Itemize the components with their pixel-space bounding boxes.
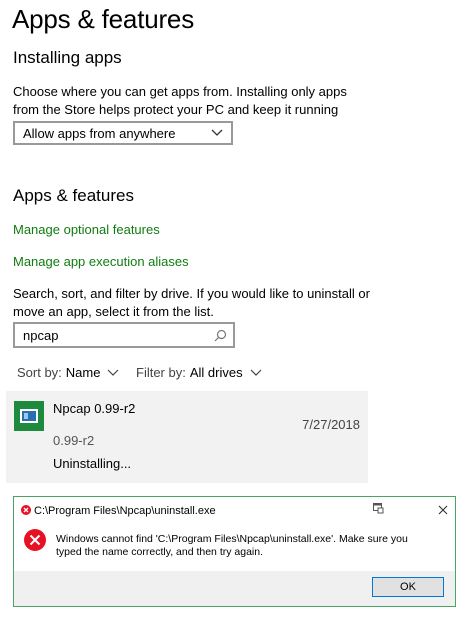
dialog-footer: OK [14,571,455,606]
app-source-dropdown[interactable]: Allow apps from anywhere [13,121,233,145]
app-install-date: 7/27/2018 [302,417,360,432]
dialog-title: C:\Program Files\Npcap\uninstall.exe [34,505,216,517]
filter-by-value: All drives [189,365,243,380]
sort-by-label: Sort by: [17,365,62,380]
error-icon [24,529,46,551]
error-small-icon [21,505,31,515]
chevron-down-icon [211,129,223,136]
chevron-down-icon [108,369,119,376]
app-icon [14,401,44,431]
installing-apps-heading: Installing apps [13,48,122,67]
close-icon[interactable] [438,505,448,515]
dialog-message: Windows cannot find 'C:\Program Files\Np… [56,533,408,558]
app-name: Npcap 0.99-r2 [53,401,136,416]
sort-by-value: Name [65,365,101,380]
chevron-down-icon [250,369,262,376]
app-search-value: npcap [23,327,59,343]
sort-by-control[interactable]: Sort by: Name [17,365,119,380]
dialog-body: Windows cannot find 'C:\Program Files\Np… [14,525,455,569]
ok-button[interactable]: OK [372,577,444,597]
app-status: Uninstalling... [53,456,132,471]
search-icon[interactable] [214,329,227,342]
apps-features-heading: Apps & features [13,186,134,205]
app-list-item[interactable]: Npcap 0.99-r2 7/27/2018 0.99-r2 Uninstal… [6,391,368,483]
page-title: Apps & features [12,4,194,34]
search-description: Search, sort, and filter by drive. If yo… [13,286,370,319]
manage-optional-features-link[interactable]: Manage optional features [13,222,160,237]
manage-app-execution-aliases-link[interactable]: Manage app execution aliases [13,254,189,269]
window-icon [373,503,384,514]
app-source-dropdown-value: Allow apps from anywhere [23,125,176,141]
error-dialog: C:\Program Files\Npcap\uninstall.exe Win… [13,496,456,607]
app-version: 0.99-r2 [53,433,95,448]
app-search-input[interactable]: npcap [13,322,235,348]
filter-by-label: Filter by: [136,365,186,380]
filter-by-control[interactable]: Filter by: All drives [136,365,262,380]
